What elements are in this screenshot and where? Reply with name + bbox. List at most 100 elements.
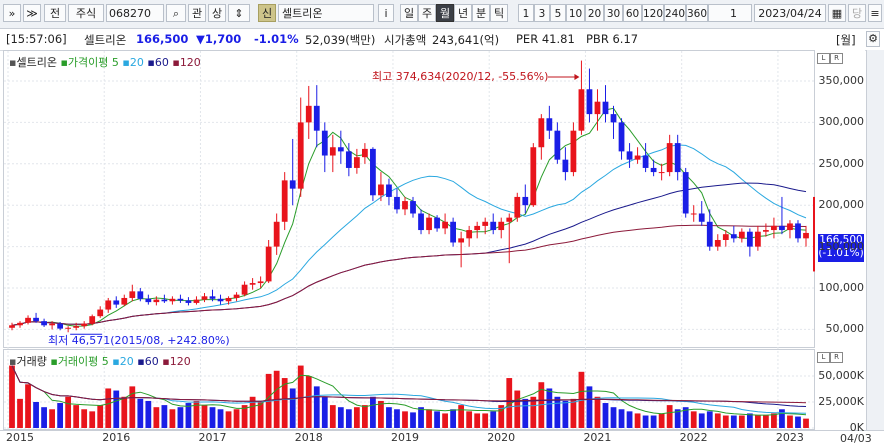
- volume-bar: [706, 411, 713, 428]
- candle-body: [97, 309, 104, 317]
- volume-bar: [169, 409, 176, 428]
- candle-body: [25, 317, 31, 323]
- candle-body: [514, 196, 521, 218]
- x-axis-year: 2020: [487, 431, 516, 444]
- volume-bar: [137, 398, 144, 428]
- vol-ma5-legend: 5: [101, 355, 109, 368]
- candle-body: [787, 223, 793, 231]
- volume-bar: [626, 411, 633, 428]
- volume-bar: [209, 407, 216, 428]
- volume-bar: [9, 365, 15, 428]
- candle-body: [666, 143, 673, 173]
- candle-body: [498, 221, 505, 231]
- x-axis-year: 2015: [5, 431, 34, 444]
- candle-body: [313, 105, 320, 131]
- vol-ma20-legend: 20: [119, 355, 134, 368]
- candle-body: [450, 221, 456, 243]
- ma-legend-label: 가격이평: [67, 56, 109, 69]
- volume-bar: [313, 386, 320, 428]
- volume-bar: [217, 409, 224, 428]
- candle-body: [490, 221, 497, 231]
- candle-body: [434, 217, 440, 229]
- candle-body: [426, 217, 432, 231]
- candle-body: [249, 283, 256, 285]
- candle-body: [73, 326, 80, 328]
- candle-body: [297, 122, 304, 189]
- candle-body: [474, 225, 481, 231]
- volume-bar: [466, 411, 473, 428]
- candle-body: [17, 322, 23, 326]
- volume-bar: [634, 413, 641, 428]
- vol-ma60-marker: ▪: [137, 355, 145, 368]
- x-axis-year: 2023: [775, 431, 804, 444]
- x-axis-year: 2016: [102, 431, 131, 444]
- candle-body: [618, 122, 625, 152]
- axis-mode-icon[interactable]: L: [817, 53, 830, 64]
- volume-bar: [562, 400, 569, 428]
- candle-body: [530, 147, 537, 206]
- candle-body: [586, 89, 593, 115]
- volume-bar: [650, 415, 657, 428]
- candle-body: [217, 298, 224, 302]
- volume-bar: [370, 396, 376, 428]
- ma-legend-marker: ▪: [60, 56, 68, 69]
- candle-body: [337, 147, 344, 152]
- candle-body: [546, 118, 553, 131]
- volume-bar: [610, 407, 617, 428]
- volume-legend: ▪거래량 ▪거래이평 5 ▪20 ▪60 ▪120: [9, 353, 191, 369]
- volume-bar: [554, 396, 561, 428]
- volume-bar: [458, 405, 465, 428]
- candle-body: [650, 167, 657, 173]
- volume-bar: [129, 386, 136, 428]
- ma120-marker: ▪: [172, 56, 180, 69]
- x-axis-year: 2022: [679, 431, 708, 444]
- candle-body: [803, 232, 809, 239]
- candle-body: [33, 317, 39, 322]
- volume-bar: [89, 411, 96, 428]
- axis-lock-icon[interactable]: R: [830, 53, 843, 64]
- volume-bar: [305, 375, 312, 428]
- volume-bar: [17, 398, 23, 428]
- volume-bar: [586, 386, 593, 428]
- candle-body: [265, 246, 272, 282]
- volume-bar: [337, 407, 344, 428]
- volume-bar: [233, 409, 240, 428]
- candle-body: [305, 105, 312, 123]
- candle-body: [466, 230, 473, 239]
- ma20-legend: 20: [129, 56, 144, 69]
- volume-bar: [57, 403, 64, 428]
- candle-body: [273, 221, 280, 247]
- volume-y-tick: 0K: [849, 421, 864, 434]
- vol-axis-lock-icon[interactable]: R: [830, 352, 843, 363]
- volume-bar: [602, 403, 609, 428]
- candle-body: [345, 151, 352, 168]
- volume-bar: [418, 407, 424, 428]
- volume-bar: [642, 415, 649, 428]
- volume-bar: [426, 409, 432, 428]
- volume-bar: [321, 396, 328, 428]
- volume-bar: [121, 396, 128, 428]
- volume-bar: [530, 396, 537, 428]
- candle-body: [321, 130, 328, 156]
- candle-body: [602, 101, 609, 115]
- price-legend: ▪셀트리온 ▪가격이평 5 ▪20 ▪60 ▪120: [9, 54, 201, 70]
- volume-bar: [803, 418, 809, 428]
- candle-body: [386, 184, 392, 197]
- candle-body: [706, 221, 713, 247]
- ma60-marker: ▪: [147, 56, 155, 69]
- candle-body: [594, 101, 601, 115]
- candle-body: [49, 323, 55, 326]
- candle-body: [329, 147, 336, 156]
- candle-body: [522, 196, 529, 206]
- candle-body: [209, 296, 216, 299]
- candle-body: [771, 225, 777, 231]
- volume-bar: [434, 411, 440, 428]
- candle-body: [722, 234, 729, 240]
- low-annotation: 최저 46,571(2015/08, +242.80%): [48, 334, 230, 347]
- candle-body: [289, 180, 296, 189]
- volume-bar: [105, 388, 112, 428]
- candle-body: [779, 225, 785, 231]
- candle-body: [177, 298, 184, 301]
- vol-axis-mode-icon[interactable]: L: [817, 352, 830, 363]
- candle-body: [353, 157, 360, 168]
